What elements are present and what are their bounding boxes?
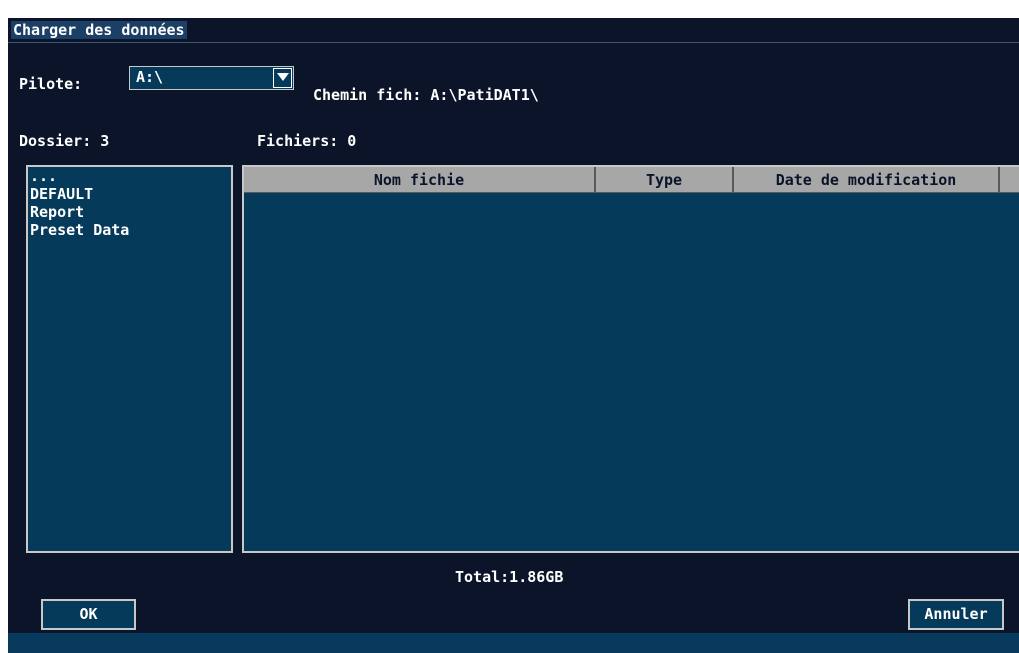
drive-select-value: A:\ xyxy=(136,68,164,86)
total-size: Total:1.86GB xyxy=(455,568,564,586)
column-header-extra[interactable] xyxy=(1000,167,1019,193)
column-header-filename[interactable]: Nom fichie xyxy=(244,167,596,193)
window-title: Charger des données xyxy=(11,21,187,39)
column-header-type[interactable]: Type xyxy=(596,167,734,193)
file-path: Chemin fich: A:\PatiDAT1\ xyxy=(313,86,539,104)
cancel-button[interactable]: Annuler xyxy=(908,599,1004,630)
folder-item-preset-data[interactable]: Preset Data xyxy=(28,221,231,239)
file-table-header: Nom fichie Type Date de modification xyxy=(244,167,1019,193)
footer-strip xyxy=(8,633,1019,653)
title-bar: Charger des données xyxy=(8,18,1019,43)
file-table[interactable]: Nom fichie Type Date de modification xyxy=(242,165,1019,553)
file-count: Fichiers: 0 xyxy=(257,132,357,150)
folder-count: Dossier: 3 xyxy=(19,132,110,150)
drive-select[interactable]: A:\ xyxy=(129,66,294,90)
drive-label: Pilote: xyxy=(19,75,83,93)
chevron-down-icon[interactable] xyxy=(273,68,292,88)
folder-list[interactable]: ... DEFAULT Report Preset Data xyxy=(26,165,233,553)
column-header-modified-date[interactable]: Date de modification xyxy=(734,167,1000,193)
load-data-dialog: Charger des données Pilote: A:\ Chemin f… xyxy=(8,18,1019,653)
folder-item-default[interactable]: DEFAULT xyxy=(28,185,231,203)
ok-button[interactable]: OK xyxy=(41,599,136,630)
folder-item-report[interactable]: Report xyxy=(28,203,231,221)
folder-item-parent[interactable]: ... xyxy=(28,167,231,185)
